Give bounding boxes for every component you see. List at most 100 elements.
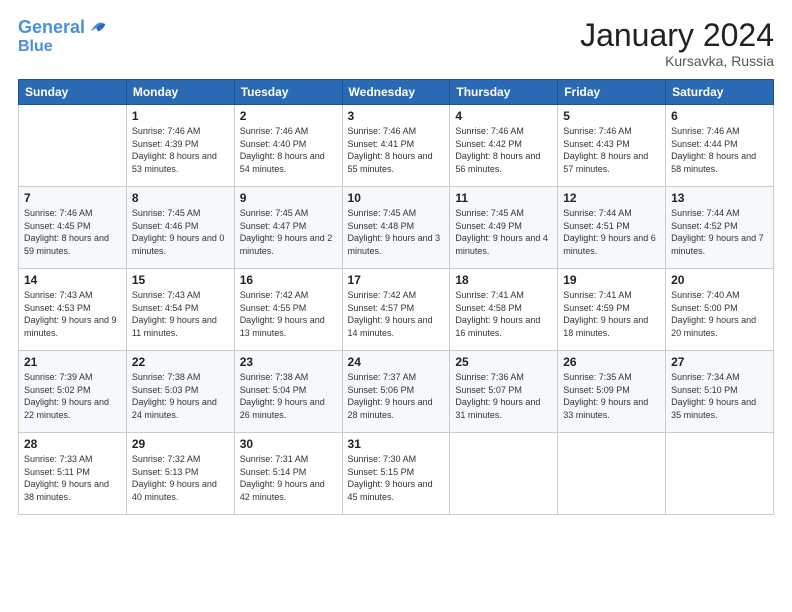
- cell-content: Sunrise: 7:45 AMSunset: 4:47 PMDaylight:…: [240, 207, 337, 257]
- day-number: 24: [348, 355, 445, 369]
- cell-content: Sunrise: 7:34 AMSunset: 5:10 PMDaylight:…: [671, 371, 768, 421]
- day-number: 8: [132, 191, 229, 205]
- day-number: 15: [132, 273, 229, 287]
- cell-content: Sunrise: 7:44 AMSunset: 4:52 PMDaylight:…: [671, 207, 768, 257]
- cell-content: Sunrise: 7:35 AMSunset: 5:09 PMDaylight:…: [563, 371, 660, 421]
- day-number: 22: [132, 355, 229, 369]
- day-number: 23: [240, 355, 337, 369]
- calendar-cell: [19, 105, 127, 187]
- calendar-cell: 14 Sunrise: 7:43 AMSunset: 4:53 PMDayligh…: [19, 269, 127, 351]
- cell-content: Sunrise: 7:46 AMSunset: 4:43 PMDaylight:…: [563, 125, 660, 175]
- calendar-cell: 23 Sunrise: 7:38 AMSunset: 5:04 PMDayligh…: [234, 351, 342, 433]
- cell-content: Sunrise: 7:32 AMSunset: 5:13 PMDaylight:…: [132, 453, 229, 503]
- logo-text: General: [18, 18, 85, 38]
- logo: General Blue: [18, 18, 109, 55]
- day-number: 12: [563, 191, 660, 205]
- calendar-cell: 28 Sunrise: 7:33 AMSunset: 5:11 PMDayligh…: [19, 433, 127, 515]
- day-number: 25: [455, 355, 552, 369]
- logo-subtext: Blue: [18, 38, 109, 56]
- day-number: 20: [671, 273, 768, 287]
- weekday-header-sunday: Sunday: [19, 80, 127, 105]
- day-number: 27: [671, 355, 768, 369]
- cell-content: Sunrise: 7:42 AMSunset: 4:55 PMDaylight:…: [240, 289, 337, 339]
- day-number: 6: [671, 109, 768, 123]
- calendar-cell: [450, 433, 558, 515]
- calendar-cell: 10Sunrise: 7:45 AMSunset: 4:48 PMDayligh…: [342, 187, 450, 269]
- cell-content: Sunrise: 7:42 AMSunset: 4:57 PMDaylight:…: [348, 289, 445, 339]
- cell-content: Sunrise: 7:46 AMSunset: 4:42 PMDaylight:…: [455, 125, 552, 175]
- calendar-cell: 19 Sunrise: 7:41 AMSunset: 4:59 PMDayligh…: [558, 269, 666, 351]
- calendar-cell: 18 Sunrise: 7:41 AMSunset: 4:58 PMDayligh…: [450, 269, 558, 351]
- calendar-page: General Blue January 2024 Kursavka, Russ…: [0, 0, 792, 612]
- logo-icon: [87, 15, 109, 37]
- day-number: 30: [240, 437, 337, 451]
- title-block: January 2024 Kursavka, Russia: [580, 18, 774, 69]
- weekday-header-friday: Friday: [558, 80, 666, 105]
- cell-content: Sunrise: 7:38 AMSunset: 5:03 PMDaylight:…: [132, 371, 229, 421]
- day-number: 13: [671, 191, 768, 205]
- calendar-cell: 2 Sunrise: 7:46 AMSunset: 4:40 PMDaylight…: [234, 105, 342, 187]
- calendar-cell: 9 Sunrise: 7:45 AMSunset: 4:47 PMDaylight…: [234, 187, 342, 269]
- day-number: 28: [24, 437, 121, 451]
- day-number: 1: [132, 109, 229, 123]
- cell-content: Sunrise: 7:41 AMSunset: 4:59 PMDaylight:…: [563, 289, 660, 339]
- day-number: 7: [24, 191, 121, 205]
- calendar-cell: 27 Sunrise: 7:34 AMSunset: 5:10 PMDayligh…: [666, 351, 774, 433]
- calendar-cell: 16Sunrise: 7:42 AMSunset: 4:55 PMDayligh…: [234, 269, 342, 351]
- day-number: 11: [455, 191, 552, 205]
- cell-content: Sunrise: 7:33 AMSunset: 5:11 PMDaylight:…: [24, 453, 121, 503]
- cell-content: Sunrise: 7:43 AMSunset: 4:54 PMDaylight:…: [132, 289, 229, 339]
- cell-content: Sunrise: 7:36 AMSunset: 5:07 PMDaylight:…: [455, 371, 552, 421]
- day-number: 5: [563, 109, 660, 123]
- cell-content: Sunrise: 7:45 AMSunset: 4:46 PMDaylight:…: [132, 207, 229, 257]
- location-text: Kursavka, Russia: [580, 53, 774, 69]
- calendar-cell: 20Sunrise: 7:40 AMSunset: 5:00 PMDayligh…: [666, 269, 774, 351]
- day-number: 31: [348, 437, 445, 451]
- cell-content: Sunrise: 7:46 AMSunset: 4:40 PMDaylight:…: [240, 125, 337, 175]
- calendar-table: SundayMondayTuesdayWednesdayThursdayFrid…: [18, 79, 774, 515]
- day-number: 17: [348, 273, 445, 287]
- day-number: 9: [240, 191, 337, 205]
- cell-content: Sunrise: 7:44 AMSunset: 4:51 PMDaylight:…: [563, 207, 660, 257]
- calendar-cell: 1 Sunrise: 7:46 AMSunset: 4:39 PMDaylight…: [126, 105, 234, 187]
- calendar-cell: 8 Sunrise: 7:45 AMSunset: 4:46 PMDaylight…: [126, 187, 234, 269]
- calendar-cell: 4 Sunrise: 7:46 AMSunset: 4:42 PMDaylight…: [450, 105, 558, 187]
- cell-content: Sunrise: 7:46 AMSunset: 4:44 PMDaylight:…: [671, 125, 768, 175]
- cell-content: Sunrise: 7:41 AMSunset: 4:58 PMDaylight:…: [455, 289, 552, 339]
- calendar-cell: 17 Sunrise: 7:42 AMSunset: 4:57 PMDayligh…: [342, 269, 450, 351]
- cell-content: Sunrise: 7:31 AMSunset: 5:14 PMDaylight:…: [240, 453, 337, 503]
- calendar-cell: 15 Sunrise: 7:43 AMSunset: 4:54 PMDayligh…: [126, 269, 234, 351]
- calendar-cell: [558, 433, 666, 515]
- cell-content: Sunrise: 7:30 AMSunset: 5:15 PMDaylight:…: [348, 453, 445, 503]
- calendar-cell: 25 Sunrise: 7:36 AMSunset: 5:07 PMDayligh…: [450, 351, 558, 433]
- day-number: 2: [240, 109, 337, 123]
- day-number: 18: [455, 273, 552, 287]
- cell-content: Sunrise: 7:43 AMSunset: 4:53 PMDaylight:…: [24, 289, 121, 339]
- calendar-cell: 12 Sunrise: 7:44 AMSunset: 4:51 PMDayligh…: [558, 187, 666, 269]
- day-number: 29: [132, 437, 229, 451]
- month-title: January 2024: [580, 18, 774, 53]
- calendar-cell: 5 Sunrise: 7:46 AMSunset: 4:43 PMDaylight…: [558, 105, 666, 187]
- calendar-cell: 26Sunrise: 7:35 AMSunset: 5:09 PMDayligh…: [558, 351, 666, 433]
- calendar-cell: 29 Sunrise: 7:32 AMSunset: 5:13 PMDayligh…: [126, 433, 234, 515]
- cell-content: Sunrise: 7:46 AMSunset: 4:41 PMDaylight:…: [348, 125, 445, 175]
- calendar-cell: 24 Sunrise: 7:37 AMSunset: 5:06 PMDayligh…: [342, 351, 450, 433]
- calendar-cell: 22 Sunrise: 7:38 AMSunset: 5:03 PMDayligh…: [126, 351, 234, 433]
- day-number: 21: [24, 355, 121, 369]
- cell-content: Sunrise: 7:45 AMSunset: 4:49 PMDaylight:…: [455, 207, 552, 257]
- calendar-cell: 7Sunrise: 7:46 AMSunset: 4:45 PMDaylight…: [19, 187, 127, 269]
- weekday-header-monday: Monday: [126, 80, 234, 105]
- day-number: 19: [563, 273, 660, 287]
- page-header: General Blue January 2024 Kursavka, Russ…: [18, 18, 774, 69]
- day-number: 10: [348, 191, 445, 205]
- calendar-cell: 6 Sunrise: 7:46 AMSunset: 4:44 PMDaylight…: [666, 105, 774, 187]
- cell-content: Sunrise: 7:37 AMSunset: 5:06 PMDaylight:…: [348, 371, 445, 421]
- calendar-cell: 21Sunrise: 7:39 AMSunset: 5:02 PMDayligh…: [19, 351, 127, 433]
- cell-content: Sunrise: 7:46 AMSunset: 4:39 PMDaylight:…: [132, 125, 229, 175]
- day-number: 14: [24, 273, 121, 287]
- cell-content: Sunrise: 7:38 AMSunset: 5:04 PMDaylight:…: [240, 371, 337, 421]
- weekday-header-thursday: Thursday: [450, 80, 558, 105]
- day-number: 4: [455, 109, 552, 123]
- calendar-cell: 3Sunrise: 7:46 AMSunset: 4:41 PMDaylight…: [342, 105, 450, 187]
- weekday-header-wednesday: Wednesday: [342, 80, 450, 105]
